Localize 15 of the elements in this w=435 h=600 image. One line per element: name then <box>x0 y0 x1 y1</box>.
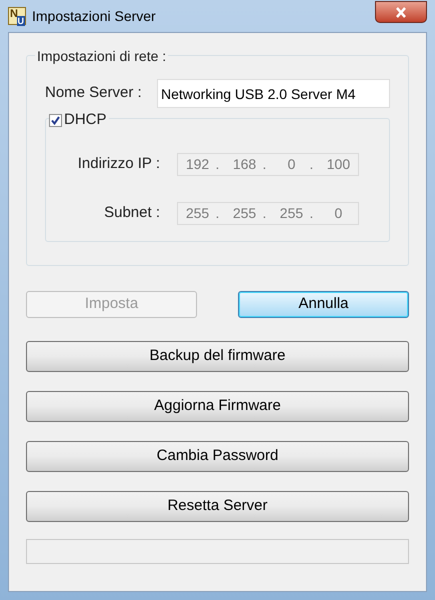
window-title: Impostazioni Server <box>32 6 156 26</box>
field-label: Nome Server : <box>45 83 142 104</box>
dialog-button[interactable]: Annulla <box>238 291 409 318</box>
server-name-field[interactable]: Networking USB 2.0 Server M4 <box>157 79 390 108</box>
dhcp-label: DHCP <box>64 110 107 130</box>
action-button[interactable]: Resetta Server <box>26 491 409 522</box>
close-icon <box>395 6 407 18</box>
close-button[interactable] <box>375 1 427 23</box>
field-label: Subnet : <box>103 203 160 224</box>
field-label: Indirizzo IP : <box>76 154 160 174</box>
dhcp-checkbox[interactable] <box>49 114 62 127</box>
action-button[interactable]: Aggiorna Firmware <box>26 391 409 422</box>
action-button[interactable]: Cambia Password <box>26 441 409 472</box>
check-icon <box>51 116 60 125</box>
action-button[interactable]: Backup del firmware <box>26 341 409 372</box>
